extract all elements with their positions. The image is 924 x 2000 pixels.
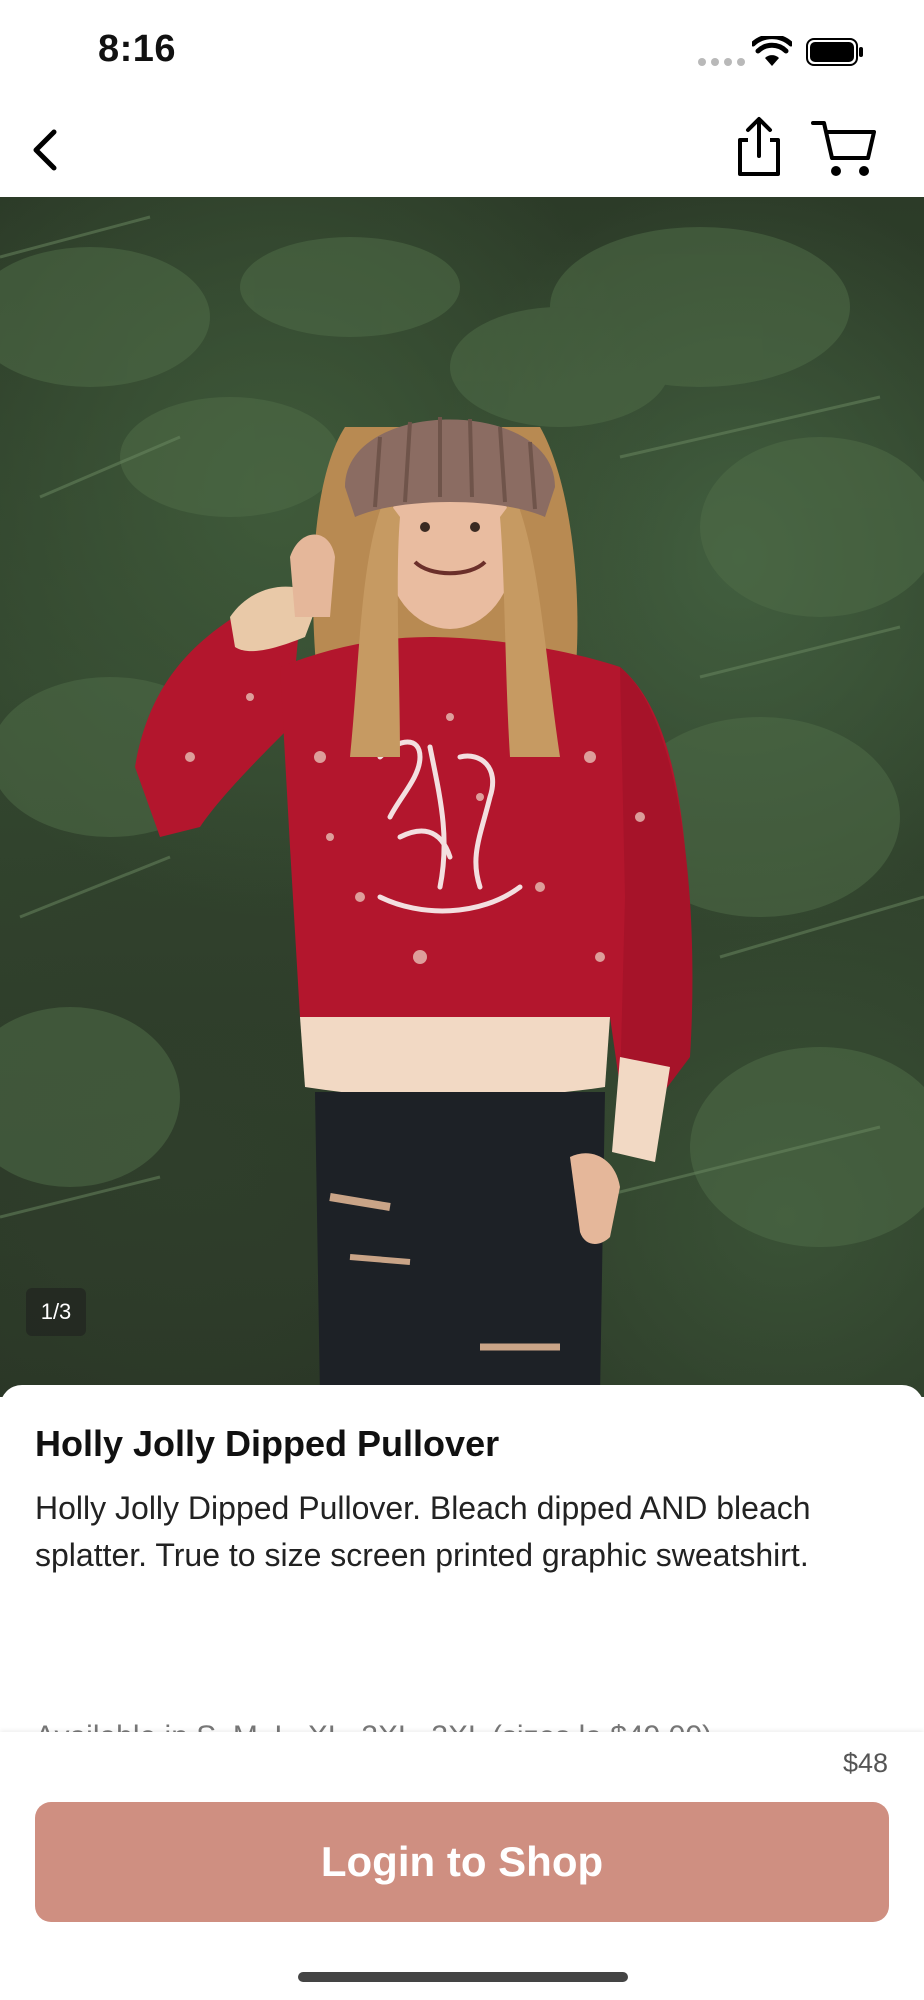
battery-icon bbox=[806, 38, 863, 66]
image-counter: 1/3 bbox=[26, 1288, 86, 1336]
product-description: Holly Jolly Dipped Pullover. Bleach dipp… bbox=[35, 1490, 811, 1573]
status-time: 8:16 bbox=[98, 28, 177, 70]
status-bar: 8:16 bbox=[0, 0, 924, 100]
login-to-shop-button[interactable]: Login to Shop bbox=[35, 1802, 889, 1922]
purchase-bar: $48 Login to Shop bbox=[0, 1732, 924, 2000]
home-indicator bbox=[298, 1972, 628, 1982]
product-image[interactable]: 1/3 bbox=[0, 197, 924, 1397]
wifi-icon bbox=[752, 36, 792, 66]
cart-icon[interactable] bbox=[810, 118, 878, 180]
product-price: $48 bbox=[842, 1748, 888, 1778]
share-icon[interactable] bbox=[730, 116, 788, 180]
nav-bar bbox=[0, 100, 924, 197]
cellular-signal-icon bbox=[698, 58, 745, 66]
product-photo bbox=[0, 215, 924, 1397]
product-title: Holly Jolly Dipped Pullover bbox=[35, 1423, 500, 1464]
chevron-left-icon bbox=[33, 129, 57, 171]
back-button[interactable] bbox=[20, 120, 70, 180]
